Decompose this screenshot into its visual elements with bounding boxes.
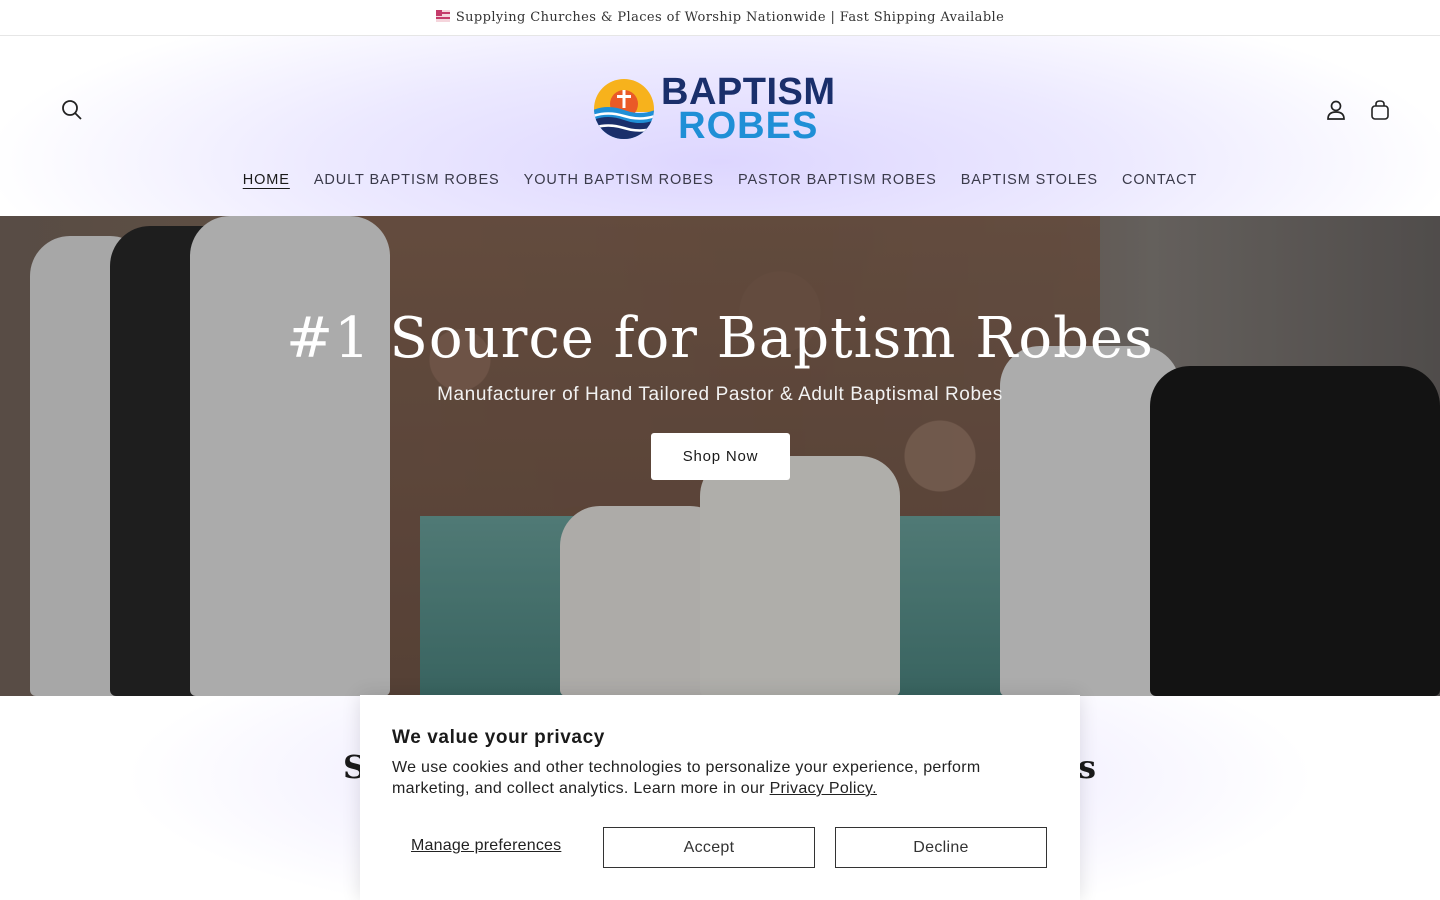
site-header: BAPTISM ROBES HOME ADULT BAPTISM ROBES Y… xyxy=(0,36,1440,216)
account-icon[interactable] xyxy=(1320,94,1352,126)
cookie-text: We use cookies and other technologies to… xyxy=(392,757,1042,799)
main-nav: HOME ADULT BAPTISM ROBES YOUTH BAPTISM R… xyxy=(0,168,1440,192)
hero-banner: #1 Source for Baptism Robes Manufacturer… xyxy=(0,216,1440,696)
cookie-title: We value your privacy xyxy=(392,727,605,748)
logo-line1: BAPTISM xyxy=(661,70,836,113)
hero-title: #1 Source for Baptism Robes xyxy=(286,306,1154,371)
section-heading-end: s xyxy=(1078,748,1097,786)
nav-item-contact[interactable]: CONTACT xyxy=(1122,168,1197,192)
cookie-consent-banner: We value your privacy We use cookies and… xyxy=(360,695,1080,900)
privacy-policy-link[interactable]: Privacy Policy. xyxy=(770,780,877,797)
cookie-description: We use cookies and other technologies to… xyxy=(392,759,981,797)
logo-line2: ROBES xyxy=(678,105,819,147)
hero-subtitle: Manufacturer of Hand Tailored Pastor & A… xyxy=(437,384,1003,405)
accept-button[interactable]: Accept xyxy=(603,827,815,868)
nav-item-adult-baptism-robes[interactable]: ADULT BAPTISM ROBES xyxy=(314,168,500,192)
nav-item-home[interactable]: HOME xyxy=(243,168,290,192)
nav-item-youth-baptism-robes[interactable]: YOUTH BAPTISM ROBES xyxy=(524,168,714,192)
decline-button[interactable]: Decline xyxy=(835,827,1047,868)
nav-item-pastor-baptism-robes[interactable]: PASTOR BAPTISM ROBES xyxy=(738,168,937,192)
site-logo[interactable]: BAPTISM ROBES xyxy=(593,70,849,147)
shop-now-button[interactable]: Shop Now xyxy=(651,433,790,480)
search-icon[interactable] xyxy=(56,94,88,126)
announcement-text: Supplying Churches & Places of Worship N… xyxy=(455,10,1005,25)
logo-emblem-icon xyxy=(594,79,654,139)
cookie-actions: Manage preferences Accept Decline xyxy=(392,827,1048,868)
cart-icon[interactable] xyxy=(1364,94,1396,126)
manage-preferences-link[interactable]: Manage preferences xyxy=(411,837,561,855)
flag-icon xyxy=(435,10,450,25)
announcement-bar: Supplying Churches & Places of Worship N… xyxy=(0,0,1440,36)
nav-item-baptism-stoles[interactable]: BAPTISM STOLES xyxy=(961,168,1098,192)
